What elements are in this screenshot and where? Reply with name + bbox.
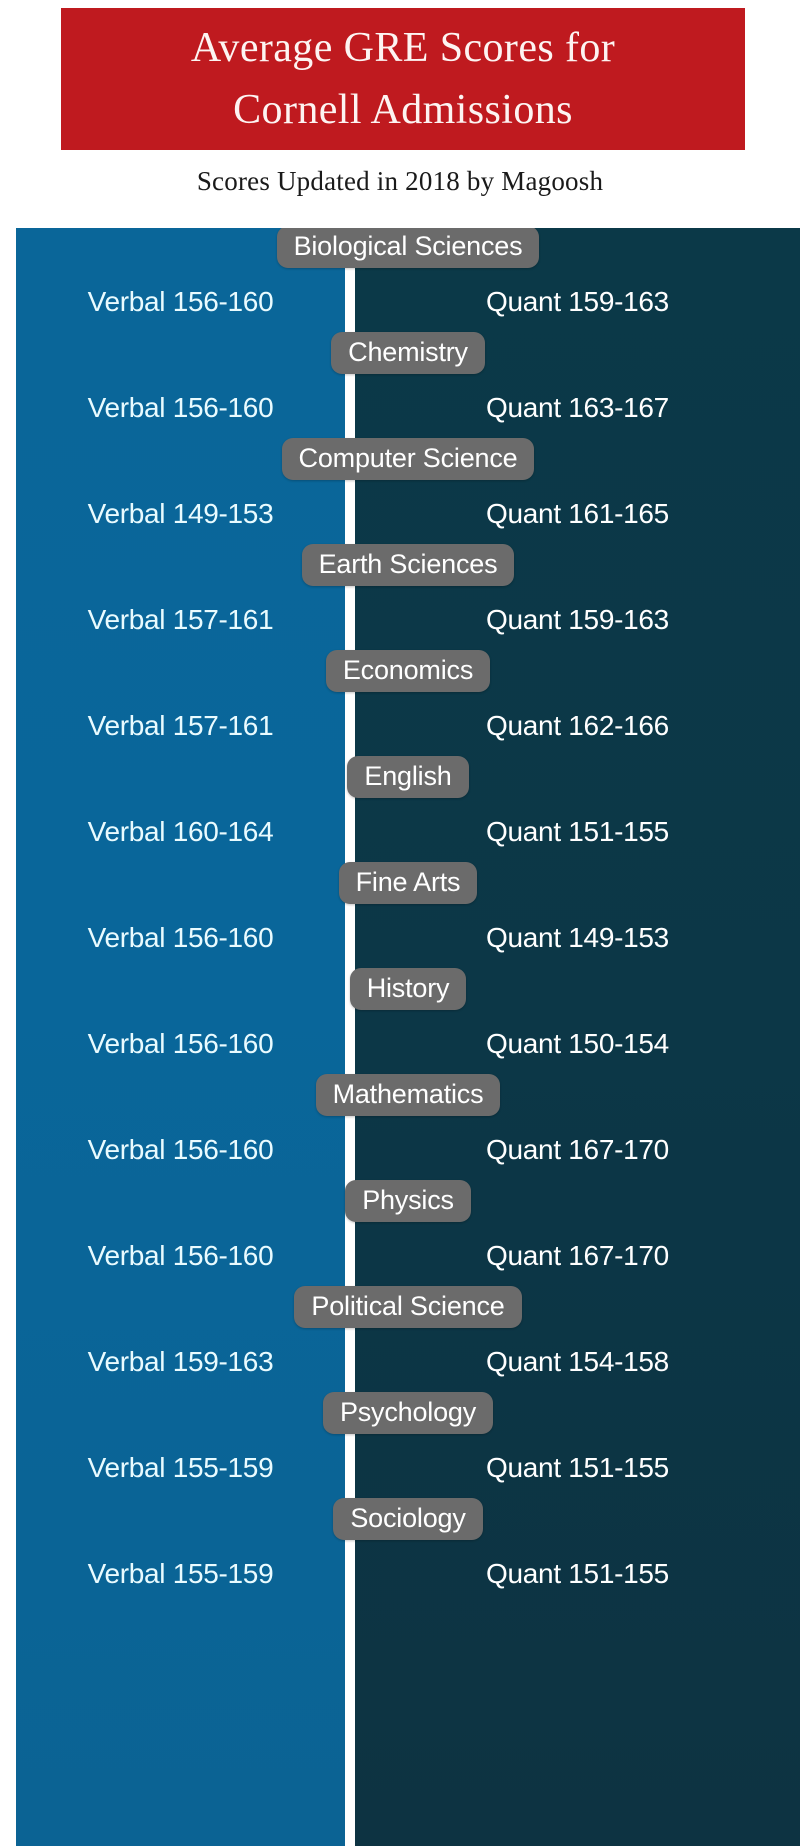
- score-pair: Verbal 149-153 Quant 161-165: [16, 490, 800, 538]
- score-pair: Verbal 156-160 Quant 163-167: [16, 384, 800, 432]
- subject-pill[interactable]: Computer Science: [281, 438, 535, 480]
- quant-score: Quant 150-154: [486, 1028, 669, 1059]
- score-pair: Verbal 156-160 Quant 167-170: [16, 1232, 800, 1280]
- quant-score: Quant 151-155: [486, 816, 669, 847]
- verbal-score: Verbal 156-160: [87, 1134, 274, 1165]
- subject-row: Sociology Verbal 155-159 Quant 151-155: [16, 1498, 800, 1620]
- quant-score: Quant 162-166: [486, 710, 669, 741]
- quant-score: Quant 167-170: [486, 1134, 669, 1165]
- quant-score: Quant 151-155: [486, 1452, 669, 1483]
- quant-score: Quant 154-158: [486, 1346, 669, 1377]
- subject-pill[interactable]: Earth Sciences: [301, 544, 515, 586]
- verbal-score: Verbal 156-160: [87, 922, 274, 953]
- score-pair: Verbal 157-161 Quant 162-166: [16, 702, 800, 750]
- verbal-score: Verbal 156-160: [87, 1028, 274, 1059]
- verbal-score: Verbal 149-153: [87, 498, 274, 529]
- subject-rows-list: Biological Sciences Verbal 156-160 Quant 1…: [16, 228, 800, 1846]
- score-pair: Verbal 159-163 Quant 154-158: [16, 1338, 800, 1386]
- verbal-score: Verbal 155-159: [87, 1452, 274, 1483]
- score-pair: Verbal 156-160 Quant 149-153: [16, 914, 800, 962]
- score-pair: Verbal 155-159 Quant 151-155: [16, 1444, 800, 1492]
- verbal-score: Verbal 160-164: [87, 816, 274, 847]
- subject-pill[interactable]: Economics: [325, 650, 491, 692]
- score-pair: Verbal 156-160 Quant 167-170: [16, 1126, 800, 1174]
- page-title-line-2: Cornell Admissions: [233, 87, 573, 133]
- subject-pill[interactable]: English: [347, 756, 469, 798]
- verbal-score: Verbal 157-161: [87, 710, 274, 741]
- subject-row: [16, 1620, 800, 1726]
- score-pair: [16, 1656, 800, 1704]
- gre-scores-infographic: Average GRE Scores for Cornell Admission…: [0, 0, 800, 1846]
- quant-score: Quant 149-153: [486, 922, 669, 953]
- page-title-line-1: Average GRE Scores for: [190, 25, 616, 71]
- subject-pill[interactable]: Psychology: [322, 1392, 494, 1434]
- score-pair: Verbal 157-161 Quant 159-163: [16, 596, 800, 644]
- verbal-score: Verbal 156-160: [87, 392, 274, 423]
- subject-pill[interactable]: Physics: [345, 1180, 471, 1222]
- subject-pill[interactable]: Biological Sciences: [276, 228, 540, 268]
- verbal-score: Verbal 156-160: [87, 286, 274, 317]
- score-pair: Verbal 156-160 Quant 159-163: [16, 278, 800, 326]
- subject-pill[interactable]: Sociology: [333, 1498, 483, 1540]
- subject-pill[interactable]: Fine Arts: [338, 862, 478, 904]
- score-pair: Verbal 155-159 Quant 151-155: [16, 1550, 800, 1598]
- quant-score: Quant 161-165: [486, 498, 669, 529]
- subject-pill[interactable]: Mathematics: [315, 1074, 501, 1116]
- quant-score: Quant 159-163: [486, 604, 669, 635]
- quant-score: Quant 159-163: [486, 286, 669, 317]
- quant-score: Quant 151-155: [486, 1558, 669, 1589]
- scores-board: Biological Sciences Verbal 156-160 Quant 1…: [16, 228, 800, 1846]
- subject-pill-wrapper: Biological Sciences: [16, 228, 800, 268]
- header-banner: Average GRE Scores for Cornell Admission…: [61, 8, 745, 150]
- quant-score: Quant 167-170: [486, 1240, 669, 1271]
- verbal-score: Verbal 156-160: [87, 1240, 274, 1271]
- score-pair: Verbal 156-160 Quant 150-154: [16, 1020, 800, 1068]
- quant-score: Quant 163-167: [486, 392, 669, 423]
- verbal-score: Verbal 157-161: [87, 604, 274, 635]
- subject-pill[interactable]: Chemistry: [331, 332, 485, 374]
- verbal-score: Verbal 155-159: [87, 1558, 274, 1589]
- subject-pill[interactable]: Political Science: [294, 1286, 522, 1328]
- score-pair: Verbal 160-164 Quant 151-155: [16, 808, 800, 856]
- verbal-score: Verbal 159-163: [87, 1346, 274, 1377]
- subject-pill[interactable]: History: [349, 968, 467, 1010]
- page-subtitle: Scores Updated in 2018 by Magoosh: [196, 166, 604, 196]
